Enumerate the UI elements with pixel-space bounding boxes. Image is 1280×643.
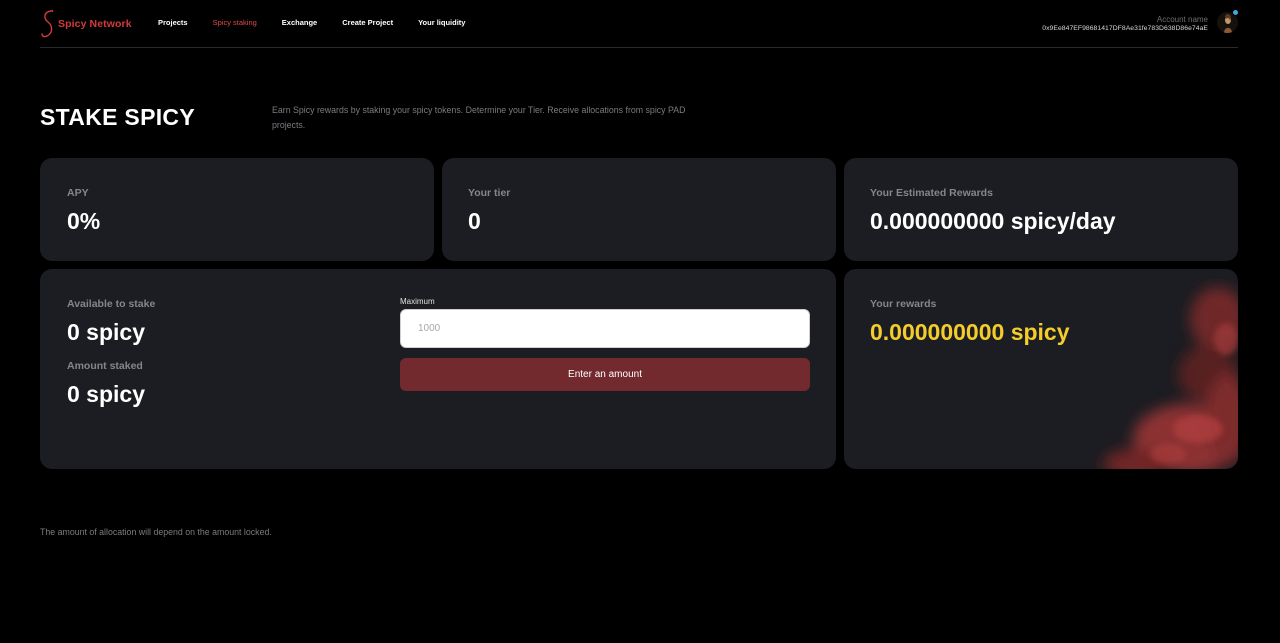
brand-logo[interactable]: Spicy Network xyxy=(40,9,132,39)
staked-label: Amount staked xyxy=(67,360,143,372)
nav-spicy-staking[interactable]: Spicy staking xyxy=(213,18,257,27)
estimated-rewards-label: Your Estimated Rewards xyxy=(870,187,993,199)
account-address: 0x9Ee847EF98681417DF8Ae31fe783D638D86e74… xyxy=(1042,25,1208,32)
account-name: Account name xyxy=(1156,15,1208,24)
nav-create-project[interactable]: Create Project xyxy=(342,18,393,27)
spicy-logo-icon xyxy=(41,9,54,38)
main-nav: Projects Spicy staking Exchange Create P… xyxy=(158,18,490,27)
page-description: Earn Spicy rewards by staking your spicy… xyxy=(272,105,686,130)
tier-card: Your tier 0 xyxy=(442,158,836,261)
rewards-value: 0.000000000 spicy xyxy=(870,319,1070,345)
nav-exchange[interactable]: Exchange xyxy=(282,18,317,27)
tier-value: 0 xyxy=(468,208,481,234)
red-smoke-decoration-icon xyxy=(1103,287,1238,469)
enter-amount-button[interactable]: Enter an amount xyxy=(400,358,810,391)
allocation-footnote: The amount of allocation will depend on … xyxy=(40,527,272,537)
tier-label: Your tier xyxy=(468,187,511,199)
nav-projects[interactable]: Projects xyxy=(158,18,188,27)
account-info[interactable]: Account name 0x9Ee847EF98681417DF8Ae31fe… xyxy=(1042,15,1208,33)
staked-value: 0 spicy xyxy=(67,381,145,407)
page-title: STAKE SPICY xyxy=(40,104,195,130)
apy-card: APY 0% xyxy=(40,158,434,261)
estimated-rewards-value: 0.000000000 spicy/day xyxy=(870,208,1116,234)
stake-card: Available to stake 0 spicy Amount staked… xyxy=(40,269,836,469)
brand-name: Spicy Network xyxy=(58,18,132,30)
status-indicator xyxy=(1232,9,1239,16)
apy-value: 0% xyxy=(67,208,101,234)
estimated-rewards-card: Your Estimated Rewards 0.000000000 spicy… xyxy=(844,158,1238,261)
maximum-label: Maximum xyxy=(400,297,435,306)
rewards-label: Your rewards xyxy=(870,298,937,310)
apy-label: APY xyxy=(67,187,89,199)
rewards-card: Your rewards 0.000000000 spicy xyxy=(844,269,1238,469)
stake-amount-input[interactable] xyxy=(400,309,810,348)
nav-your-liquidity[interactable]: Your liquidity xyxy=(418,18,465,27)
available-label: Available to stake xyxy=(67,298,156,310)
top-navbar: Spicy Network Projects Spicy staking Exc… xyxy=(40,0,1239,48)
available-value: 0 spicy xyxy=(67,319,145,345)
